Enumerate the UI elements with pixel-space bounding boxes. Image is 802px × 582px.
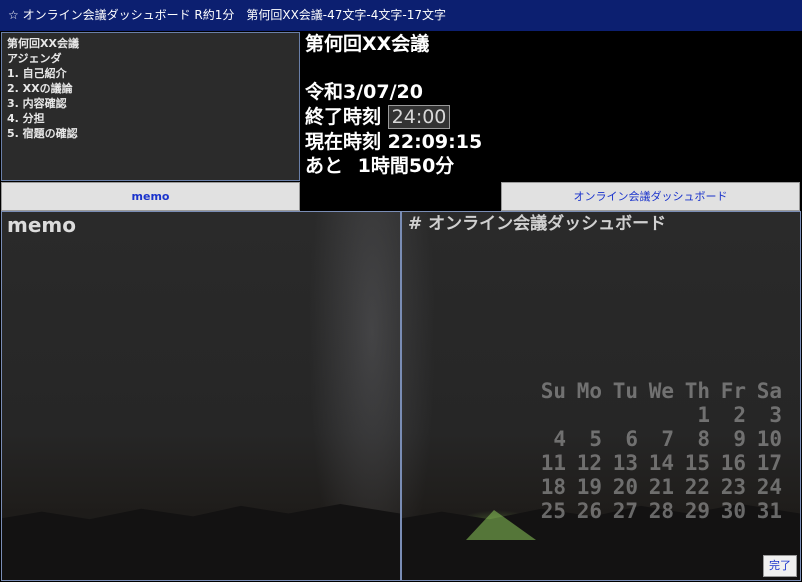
meeting-info: 第何回XX会議 令和3/07/20 終了時刻 24:00 現在時刻 22:09:… [305,32,505,180]
calendar-day [530,403,566,427]
end-time-input[interactable]: 24:00 [387,105,451,129]
calendar-day: 20 [612,475,638,499]
calendar-day: 2 [733,403,746,427]
memo-panel[interactable]: memo [1,211,401,581]
calendar-day: 23 [720,475,746,499]
tab-memo[interactable]: memo [1,182,300,211]
calendar: Su Mo Tu We Th Fr Sa 1 2 3 4 5 6 7 8 9 1… [530,379,782,523]
window-title: ☆ オンライン会議ダッシュボード R約1分 第何回XX会議-47文字-4文字-1… [0,0,802,31]
calendar-day: 25 [540,499,566,523]
agenda-line: 3. 内容確認 [7,97,67,110]
calendar-day: 14 [648,451,674,475]
calendar-day: 31 [756,499,782,523]
agenda-line: 1. 自己紹介 [7,67,67,80]
calendar-day [638,403,674,427]
dashboard-title: # オンライン会議ダッシュボード [408,214,667,234]
calendar-day: 5 [589,427,602,451]
calendar-day: 13 [612,451,638,475]
calendar-day: 27 [612,499,638,523]
calendar-day: 16 [720,451,746,475]
calendar-weekday: We [648,379,674,403]
calendar-weekday: Th [684,379,710,403]
calendar-day: 9 [733,427,746,451]
calendar-day: 3 [769,403,782,427]
agenda-line: 2. XXの議論 [7,82,73,95]
calendar-weekday: Fr [720,379,746,403]
end-time-label: 終了時刻 [305,106,382,128]
agenda-line: 4. 分担 [7,112,45,125]
agenda-line: アジェンダ [7,52,62,65]
meeting-title: 第何回XX会議 [305,33,430,55]
calendar-day: 17 [756,451,782,475]
calendar-day: 30 [720,499,746,523]
calendar-day [602,403,638,427]
calendar-day [566,403,602,427]
dashboard-panel[interactable]: # オンライン会議ダッシュボード Su Mo Tu We Th Fr Sa 1 … [401,211,801,581]
calendar-day: 15 [684,451,710,475]
calendar-weekday: Mo [576,379,602,403]
calendar-day: 11 [540,451,566,475]
current-time-label: 現在時刻 [305,131,382,153]
remaining-label: あと [305,155,344,177]
calendar-day: 22 [684,475,710,499]
memo-title: memo [7,213,76,237]
remaining-value: 1時間50分 [357,155,455,177]
calendar-day: 4 [553,427,566,451]
tab-dashboard[interactable]: オンライン会議ダッシュボード [501,182,800,211]
calendar-day: 6 [625,427,638,451]
calendar-day: 21 [648,475,674,499]
done-button[interactable]: 完了 [763,555,797,577]
calendar-weekday: Tu [612,379,638,403]
calendar-weekday: Su [540,379,566,403]
agenda-line: 5. 宿題の確認 [7,127,78,140]
calendar-day: 8 [697,427,710,451]
agenda-line: 第何回XX会議 [7,37,79,50]
calendar-day: 12 [576,451,602,475]
calendar-day: 28 [648,499,674,523]
agenda-textbox[interactable]: 第何回XX会議 アジェンダ 1. 自己紹介 2. XXの議論 3. 内容確認 4… [1,32,300,181]
calendar-day: 7 [661,427,674,451]
calendar-day: 29 [684,499,710,523]
calendar-day: 10 [756,427,782,451]
calendar-day: 24 [756,475,782,499]
calendar-day: 26 [576,499,602,523]
calendar-weekday: Sa [756,379,782,403]
calendar-day: 18 [540,475,566,499]
calendar-day: 1 [697,403,710,427]
current-time-value: 22:09:15 [387,131,483,153]
calendar-day: 19 [576,475,602,499]
meeting-date: 令和3/07/20 [305,81,423,103]
